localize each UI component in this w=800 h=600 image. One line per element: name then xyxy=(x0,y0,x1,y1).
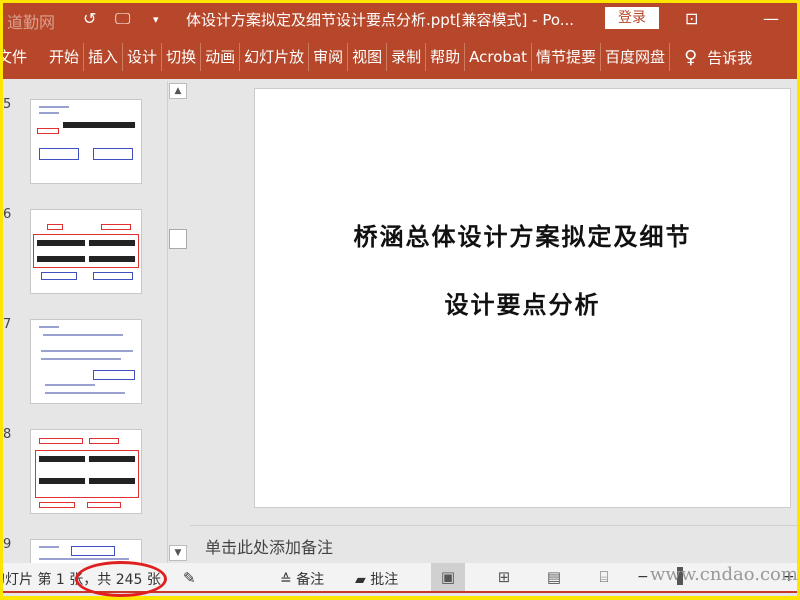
slide-title-line-1[interactable]: 桥涵总体设计方案拟定及细节 xyxy=(255,217,790,252)
thumbnail-number: 9 xyxy=(3,537,12,552)
ribbon-display-icon[interactable]: ⊡ xyxy=(685,9,698,28)
slide-sorter-icon[interactable]: ⊞ xyxy=(487,563,521,591)
slideshow-icon[interactable]: ⌸ xyxy=(587,563,621,591)
notes-icon: ≙ xyxy=(280,572,297,588)
thumbnail-number: 6 xyxy=(3,207,12,222)
site-logo: 道勤网 xyxy=(7,13,56,32)
customize-icon[interactable]: ▾ xyxy=(153,13,159,26)
tab-file[interactable]: 文件 xyxy=(3,43,31,71)
slide-thumbnail-5[interactable] xyxy=(30,99,142,184)
accessibility-icon[interactable]: ✎ xyxy=(183,569,196,587)
scroll-down-arrow-icon[interactable]: ▼ xyxy=(169,545,187,561)
thumbnail-scrollbar[interactable]: ▲ ▼ xyxy=(167,81,187,563)
normal-view-icon[interactable]: ▣ xyxy=(431,563,465,591)
tab-home[interactable]: 开始 xyxy=(45,43,85,71)
tell-me-button[interactable]: 告诉我 xyxy=(707,47,752,68)
watermark: www.cndao.com xyxy=(650,564,798,585)
comments-button[interactable]: ▰ 批注 xyxy=(355,569,398,589)
tab-help[interactable]: 帮助 xyxy=(426,43,466,71)
tab-record[interactable]: 录制 xyxy=(387,43,427,71)
tab-review[interactable]: 审阅 xyxy=(309,43,349,71)
lightbulb-icon: ♀ xyxy=(684,46,698,68)
notes-button[interactable]: ≙ 备注 xyxy=(280,569,324,589)
ribbon-tabs: 文件 开始 插入 设计 切换 动画 幻灯片放 审阅 视图 录制 帮助 Acrob… xyxy=(3,35,797,79)
present-icon[interactable]: 🖵 xyxy=(115,9,130,29)
minimize-icon[interactable]: — xyxy=(763,9,779,28)
thumbnail-number: 7 xyxy=(3,317,12,332)
comments-label: 批注 xyxy=(370,572,399,588)
tab-animations[interactable]: 动画 xyxy=(201,43,241,71)
powerpoint-window: 道勤网 ↺ 🖵 ▾ 体设计方案拟定及细节设计要点分析.ppt[兼容模式] - P… xyxy=(3,3,797,596)
tab-design[interactable]: 设计 xyxy=(123,43,163,71)
notes-label: 备注 xyxy=(296,572,325,588)
notes-pane[interactable]: 单击此处添加备注 xyxy=(190,525,797,563)
highlight-circle xyxy=(75,561,167,597)
slide-thumbnail-8[interactable] xyxy=(30,429,142,514)
title-bar: 道勤网 ↺ 🖵 ▾ 体设计方案拟定及细节设计要点分析.ppt[兼容模式] - P… xyxy=(3,3,797,35)
tab-baidu-pan[interactable]: 百度网盘 xyxy=(601,43,671,71)
login-button[interactable]: 登录 xyxy=(605,7,659,29)
tab-insert[interactable]: 插入 xyxy=(84,43,124,71)
slide-thumbnail-6[interactable] xyxy=(30,209,142,294)
thumbnail-number: 5 xyxy=(3,97,12,112)
zoom-out-button[interactable]: − xyxy=(637,569,649,585)
thumbnail-pane: 5 6 7 8 9 xyxy=(3,79,167,563)
scroll-up-arrow-icon[interactable]: ▲ xyxy=(169,83,187,99)
reading-view-icon[interactable]: ▤ xyxy=(537,563,571,591)
slide-canvas[interactable]: 桥涵总体设计方案拟定及细节 设计要点分析 xyxy=(254,88,791,508)
tab-acrobat[interactable]: Acrobat xyxy=(465,43,533,71)
tab-storyboard[interactable]: 情节提要 xyxy=(532,43,602,71)
slide-title-line-2[interactable]: 设计要点分析 xyxy=(255,285,790,320)
tab-slideshow[interactable]: 幻灯片放 xyxy=(240,43,310,71)
undo-icon[interactable]: ↺ xyxy=(83,9,96,28)
slide-thumbnail-7[interactable] xyxy=(30,319,142,404)
window-title: 体设计方案拟定及细节设计要点分析.ppt[兼容模式] - Po... xyxy=(186,11,575,29)
tab-view[interactable]: 视图 xyxy=(348,43,388,71)
tab-transitions[interactable]: 切换 xyxy=(162,43,202,71)
comment-icon: ▰ xyxy=(355,572,371,588)
slide-thumbnail-9[interactable] xyxy=(30,539,142,563)
thumbnail-number: 8 xyxy=(3,427,12,442)
scroll-thumb[interactable] xyxy=(169,229,187,249)
